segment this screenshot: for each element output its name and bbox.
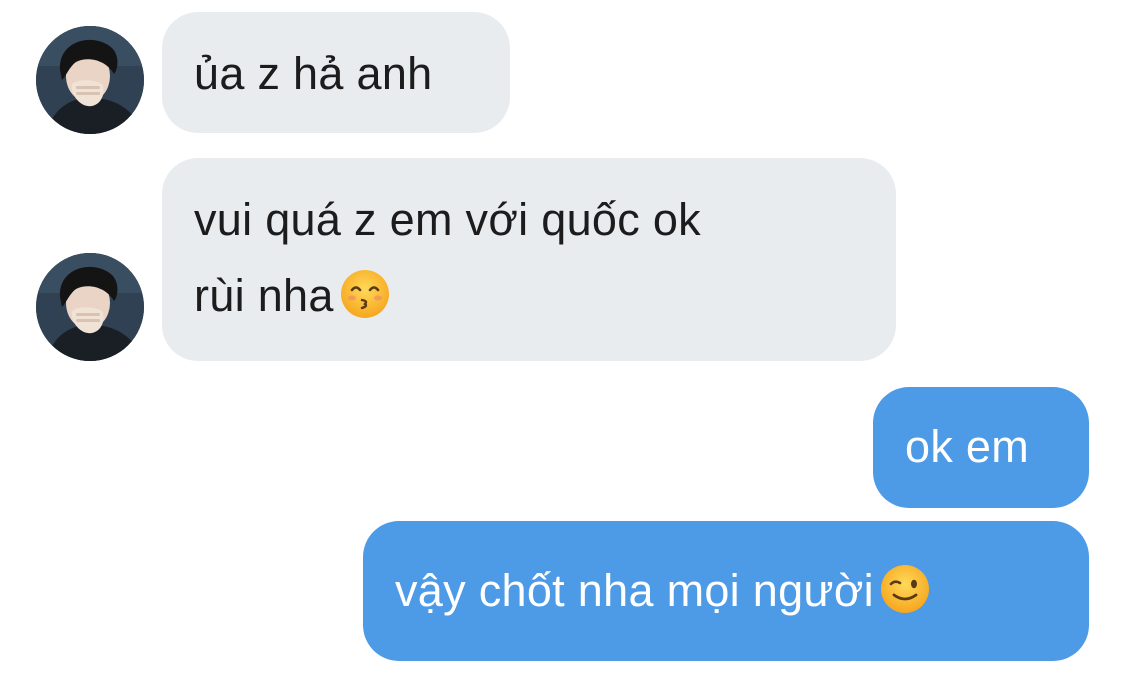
person-photo-avatar-icon bbox=[36, 253, 144, 361]
avatar[interactable] bbox=[36, 26, 144, 134]
kissing-face-smiling-eyes-emoji-icon bbox=[340, 269, 390, 319]
message-bubble-outgoing[interactable]: ok em bbox=[873, 387, 1089, 508]
message-text: vậy chốt nha mọi người bbox=[395, 565, 874, 616]
message-text: ok em bbox=[905, 421, 1030, 472]
message-bubble-incoming[interactable]: vui quá z em với quốc ok rùi nha bbox=[162, 158, 896, 361]
winking-face-emoji-icon bbox=[880, 564, 930, 614]
message-text-line: vui quá z em với quốc ok bbox=[194, 194, 701, 245]
message-text: rùi nha bbox=[194, 270, 334, 321]
message-bubble-outgoing[interactable]: vậy chốt nha mọi người bbox=[363, 521, 1089, 661]
person-photo-avatar-icon bbox=[36, 26, 144, 134]
message-text: ủa z hả anh bbox=[194, 48, 433, 99]
message-text-line: rùi nha bbox=[194, 258, 896, 334]
message-bubble-incoming[interactable]: ủa z hả anh bbox=[162, 12, 510, 133]
avatar[interactable] bbox=[36, 253, 144, 361]
